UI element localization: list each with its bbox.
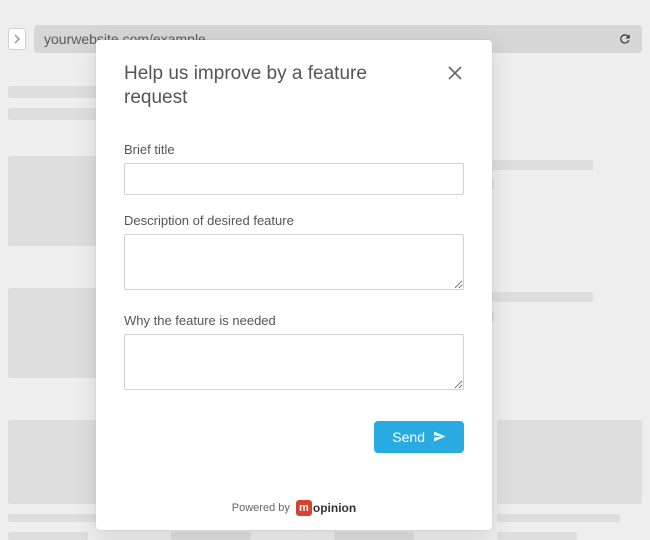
powered-by-text: Powered by xyxy=(232,502,290,514)
textarea-description[interactable] xyxy=(124,234,464,290)
modal-title: Help us improve by a feature request xyxy=(124,62,424,110)
brand-m-icon: m xyxy=(296,500,312,516)
input-brief-title[interactable] xyxy=(124,163,464,195)
label-brief-title: Brief title xyxy=(124,142,464,157)
powered-by-footer: Powered by mopinion xyxy=(124,492,464,516)
field-description: Description of desired feature xyxy=(124,213,464,295)
refresh-icon xyxy=(618,32,632,46)
close-icon xyxy=(448,66,462,80)
send-button[interactable]: Send xyxy=(374,421,464,453)
field-why-needed: Why the feature is needed xyxy=(124,313,464,395)
close-button[interactable] xyxy=(446,64,464,82)
label-why-needed: Why the feature is needed xyxy=(124,313,464,328)
send-button-label: Send xyxy=(392,429,425,445)
brand-logo[interactable]: mopinion xyxy=(296,500,356,516)
refresh-button[interactable] xyxy=(618,32,632,46)
brand-rest: opinion xyxy=(313,501,356,515)
textarea-why-needed[interactable] xyxy=(124,334,464,390)
modal-actions: Send xyxy=(124,421,464,453)
paper-plane-icon xyxy=(433,430,446,443)
nav-forward-button[interactable] xyxy=(8,28,26,50)
feature-request-modal: Help us improve by a feature request Bri… xyxy=(96,40,492,530)
modal-header: Help us improve by a feature request xyxy=(124,62,464,110)
label-description: Description of desired feature xyxy=(124,213,464,228)
chevron-right-icon xyxy=(13,34,21,44)
field-brief-title: Brief title xyxy=(124,142,464,195)
